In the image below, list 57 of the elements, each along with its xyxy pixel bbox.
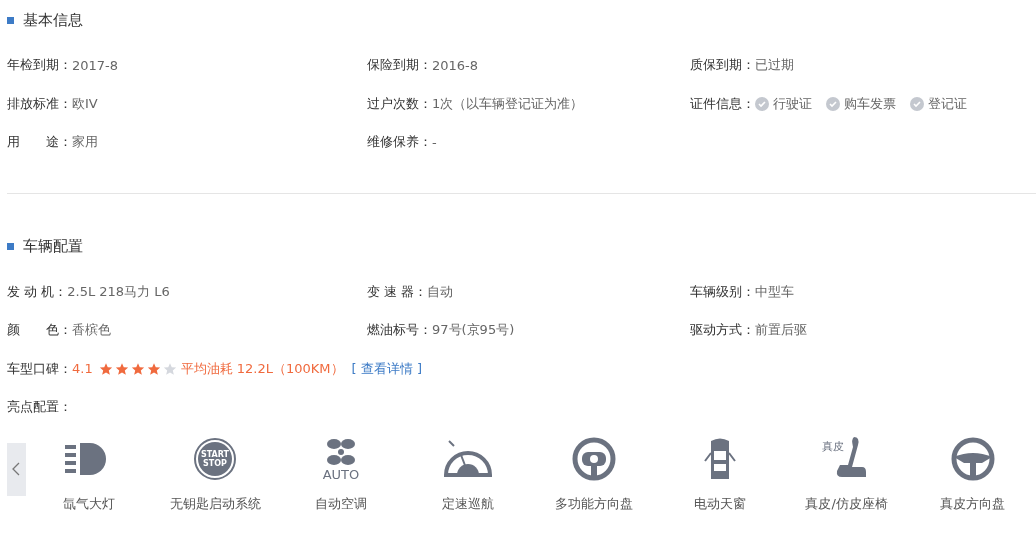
field-value: 2.5L 218马力 L6 (67, 282, 170, 301)
field-label: 过户次数： (367, 94, 432, 113)
field-label: 证件信息： (690, 94, 755, 113)
rating-score: 4.1 (72, 361, 93, 377)
feature-label: 真皮方向盘 (940, 494, 1006, 513)
check-icon (826, 96, 840, 111)
document-name: 购车发票 (844, 94, 896, 113)
field-label: 车辆级别： (690, 282, 755, 301)
document-name: 行驶证 (773, 94, 812, 113)
field-label: 驱动方式： (690, 321, 755, 340)
field-value: 中型车 (755, 282, 794, 301)
chevron-left-icon (12, 462, 21, 476)
check-icon (910, 96, 924, 111)
field-label: 年检到期： (7, 56, 72, 75)
field-label: 燃油标号： (367, 321, 432, 340)
feature-label: 无钥匙启动系统 (169, 494, 261, 513)
field-value: 2017-8 (72, 57, 119, 73)
field-value: 97号(京95号) (432, 321, 515, 340)
field-label: 发 动 机： (7, 282, 68, 301)
details-link[interactable]: [ 查看详情 ] (351, 359, 422, 378)
feature-label: 电动天窗 (694, 494, 747, 513)
feature-label: 自动空调 (315, 494, 368, 513)
field-label: 颜 色： (7, 321, 72, 340)
previous-button[interactable] (7, 442, 26, 496)
field-label: 车型口碑： (7, 359, 72, 378)
feature-label: 多功能方向盘 (555, 494, 633, 513)
document-name: 登记证 (928, 94, 967, 113)
section-title: 车辆配置 (23, 237, 83, 256)
field-value: 1次（以车辆登记证为准） (432, 94, 584, 113)
field-value: - (432, 134, 437, 150)
fuel-consumption: 平均油耗 12.2L（100KM） (180, 359, 344, 378)
star-icon (130, 361, 145, 376)
field-value: 家用 (72, 133, 98, 152)
star-icon (146, 361, 161, 376)
field-label: 用 途： (7, 133, 72, 152)
field-value: 2016-8 (432, 57, 479, 73)
feature-label: 氙气大灯 (62, 494, 115, 513)
star-icon (114, 361, 129, 376)
field-label: 保险到期： (367, 56, 432, 75)
section-marker (7, 16, 14, 24)
field-label: 排放标准： (7, 94, 72, 113)
check-icon (755, 96, 769, 111)
feature-label: 定速巡航 (441, 494, 494, 513)
field-value: 已过期 (755, 56, 794, 75)
field-label: 变 速 器： (367, 282, 428, 301)
field-value: 前置后驱 (755, 321, 807, 340)
section-title: 基本信息 (23, 10, 83, 30)
field-value: 欧IV (72, 94, 98, 113)
field-label: 维修保养： (367, 133, 432, 152)
star-icon (98, 361, 113, 376)
star-icon (162, 361, 177, 376)
field-label: 亮点配置： (7, 398, 72, 417)
section-marker (7, 243, 14, 250)
field-value: 香槟色 (72, 321, 111, 340)
field-label: 质保到期： (690, 56, 755, 75)
field-value: 自动 (427, 282, 454, 301)
feature-label: 真皮/仿皮座椅 (805, 494, 888, 513)
